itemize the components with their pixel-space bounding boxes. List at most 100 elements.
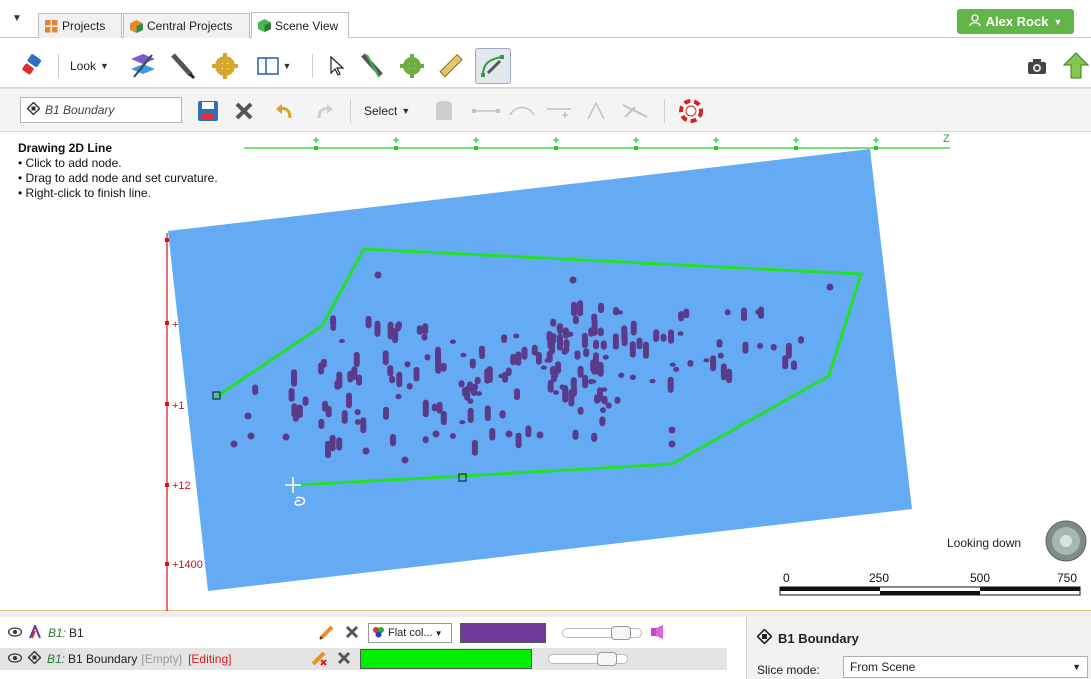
drillhole-point	[591, 318, 598, 336]
segment-icon	[472, 109, 500, 113]
drillhole-point	[458, 380, 465, 388]
screenshot-button[interactable]	[1026, 56, 1048, 76]
ruler-icon	[439, 53, 463, 78]
cut-line-button[interactable]	[620, 99, 650, 123]
slider-thumb[interactable]	[597, 652, 617, 666]
scale-label: 250	[869, 571, 890, 585]
drillhole-point	[553, 390, 559, 395]
undo-button[interactable]	[272, 99, 296, 123]
draw-line-button[interactable]	[166, 50, 198, 82]
transparency-slider[interactable]	[548, 652, 628, 666]
object-name-text: B1 Boundary	[45, 103, 115, 117]
drillhole-point	[476, 391, 482, 396]
color-mode-select[interactable]: Flat col... ▼	[368, 623, 452, 643]
tab-scene-view[interactable]: Scene View	[251, 12, 349, 38]
drillhole-point	[498, 373, 505, 379]
drillhole-point	[351, 366, 358, 380]
drillhole-point	[678, 311, 685, 322]
draw-2d-line-button[interactable]	[475, 48, 511, 84]
user-menu-button[interactable]: Alex Rock ▼	[957, 9, 1074, 34]
redo-icon	[317, 104, 333, 119]
drillhole-point	[569, 276, 577, 284]
slice-icon	[131, 54, 155, 78]
drillhole-point	[471, 439, 478, 456]
object-name-field[interactable]: B1 Boundary	[20, 97, 182, 123]
drillhole-point	[422, 436, 429, 444]
tab-central-projects[interactable]: Central Projects	[123, 13, 250, 38]
select-pointer-button[interactable]	[324, 53, 350, 79]
color-swatch[interactable]	[360, 649, 532, 669]
projects-grid-icon	[45, 19, 58, 33]
drillhole-point	[540, 365, 547, 370]
gear-cube-button[interactable]	[209, 50, 241, 82]
palette-icon	[372, 626, 385, 641]
drillhole-point	[577, 406, 584, 415]
slider-thumb[interactable]	[611, 626, 631, 640]
upload-button[interactable]	[1062, 50, 1090, 82]
legend-icon[interactable]	[650, 624, 664, 642]
layer-row-b1-boundary[interactable]: B1: B1 Boundary [Empty] [Editing]	[0, 648, 727, 670]
save-button[interactable]	[196, 99, 220, 123]
pencil-icon[interactable]	[318, 623, 336, 644]
layer-name: B1 Boundary	[68, 652, 138, 666]
drillhole-point	[318, 418, 325, 429]
drillhole-point	[591, 368, 598, 373]
remove-icon[interactable]	[344, 624, 360, 643]
select-dropdown[interactable]: Select ▼	[364, 101, 410, 121]
remove-icon[interactable]	[336, 650, 352, 669]
measure-line-button[interactable]	[356, 50, 388, 82]
drillhole-point	[636, 337, 643, 350]
ruler-button[interactable]	[434, 50, 466, 82]
redo-button[interactable]	[313, 99, 337, 123]
close-icon	[235, 102, 253, 120]
add-node-button[interactable]	[545, 101, 573, 121]
drillhole-point	[515, 432, 522, 449]
drillhole-point	[484, 405, 491, 422]
edit-pencil-icon[interactable]	[310, 649, 328, 670]
eye-icon[interactable]	[7, 652, 23, 666]
cancel-button[interactable]	[232, 99, 256, 123]
scene-canvas[interactable]: Z + +1 +12 +1400	[0, 133, 1091, 611]
drillhole-point	[720, 363, 727, 381]
drillhole-point	[460, 352, 467, 358]
eye-icon[interactable]	[7, 626, 23, 640]
drillhole-point	[395, 393, 402, 400]
drillhole-icon	[28, 622, 42, 642]
delete-bin-button[interactable]	[432, 98, 456, 124]
layout-dropdown[interactable]: ▼	[250, 54, 298, 78]
curve-segment-button[interactable]	[508, 101, 536, 121]
slice-tool-button[interactable]	[127, 50, 159, 82]
drillhole-point	[449, 339, 456, 344]
left-axis-label-1: +	[172, 319, 178, 331]
tab-label: Scene View	[275, 18, 339, 33]
eraser-tool-button[interactable]	[18, 52, 46, 80]
drillhole-point	[322, 400, 329, 412]
drillhole-point	[334, 380, 341, 390]
transparency-slider[interactable]	[562, 626, 642, 640]
instruction-line: • Right-click to finish line.	[18, 186, 151, 200]
slice-mode-select[interactable]: From Scene ▼	[843, 656, 1088, 678]
color-mode-value: Flat col...	[388, 627, 433, 639]
shown-objects-list: B1: B1 Flat col... ▼ B1: B1 Boundary [Em…	[0, 617, 735, 679]
drillhole-point	[630, 320, 637, 336]
polyline-node-icon	[26, 101, 41, 118]
drillhole-point	[677, 331, 684, 336]
layer-row-b1[interactable]: B1: B1 Flat col... ▼	[7, 622, 735, 644]
drillhole-point	[474, 376, 481, 385]
drillhole-point	[741, 307, 747, 322]
drillhole-point	[422, 323, 429, 335]
layer-prefix: B1:	[47, 652, 66, 666]
drillhole-point	[562, 385, 569, 403]
look-dropdown[interactable]: Look ▼	[70, 56, 109, 76]
model-tool-button[interactable]	[396, 50, 428, 82]
straight-segment-button[interactable]	[472, 101, 500, 121]
help-button[interactable]	[678, 98, 704, 124]
left-axis-label-2: +1	[172, 400, 185, 412]
color-swatch[interactable]	[460, 623, 546, 643]
drillhole-point	[726, 368, 733, 384]
tab-projects[interactable]: Projects	[38, 13, 122, 38]
drillhole-point	[590, 379, 597, 384]
tab-menu-button[interactable]: ▼	[12, 13, 22, 24]
split-button[interactable]	[584, 99, 608, 123]
scene-view[interactable]: Z + +1 +12 +1400 Drawing 2D Line • Click…	[0, 133, 1091, 611]
